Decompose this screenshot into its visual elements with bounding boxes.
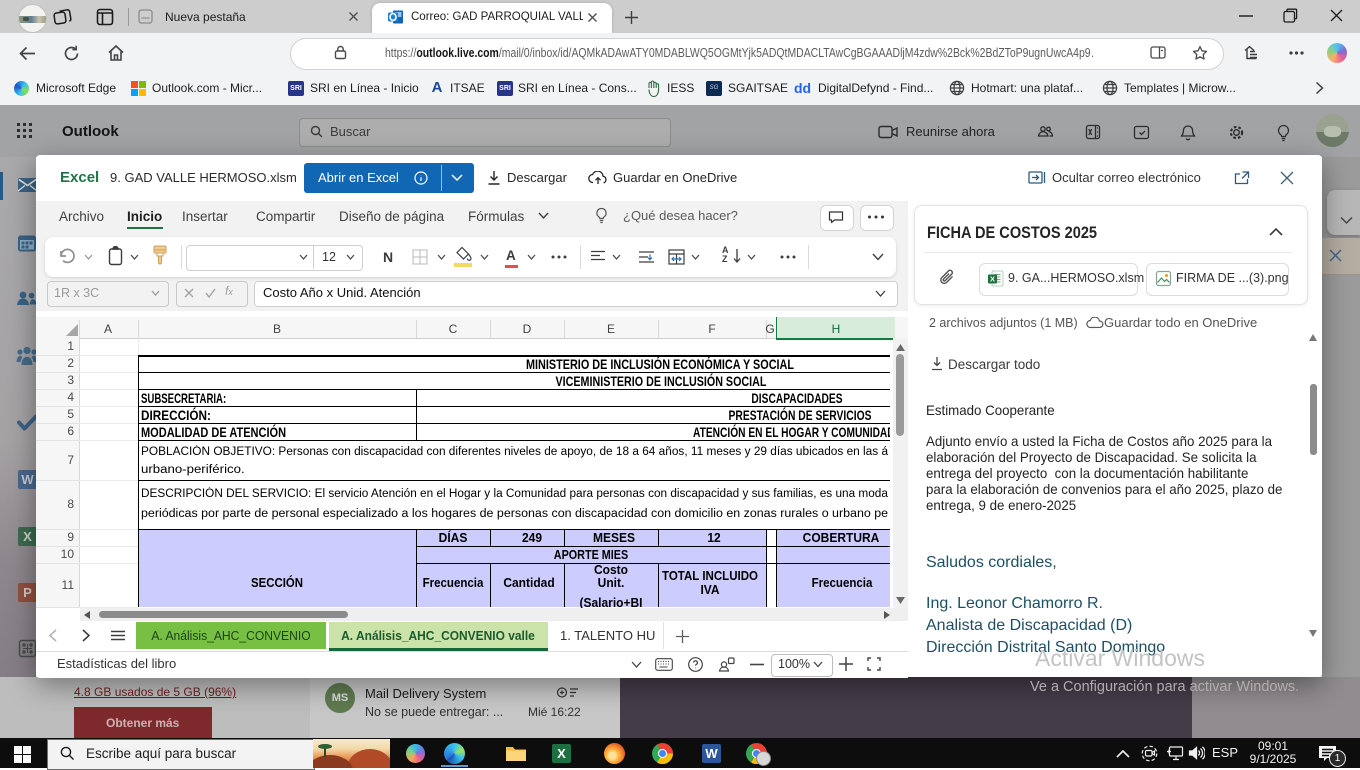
svg-text:X: X xyxy=(990,275,995,284)
